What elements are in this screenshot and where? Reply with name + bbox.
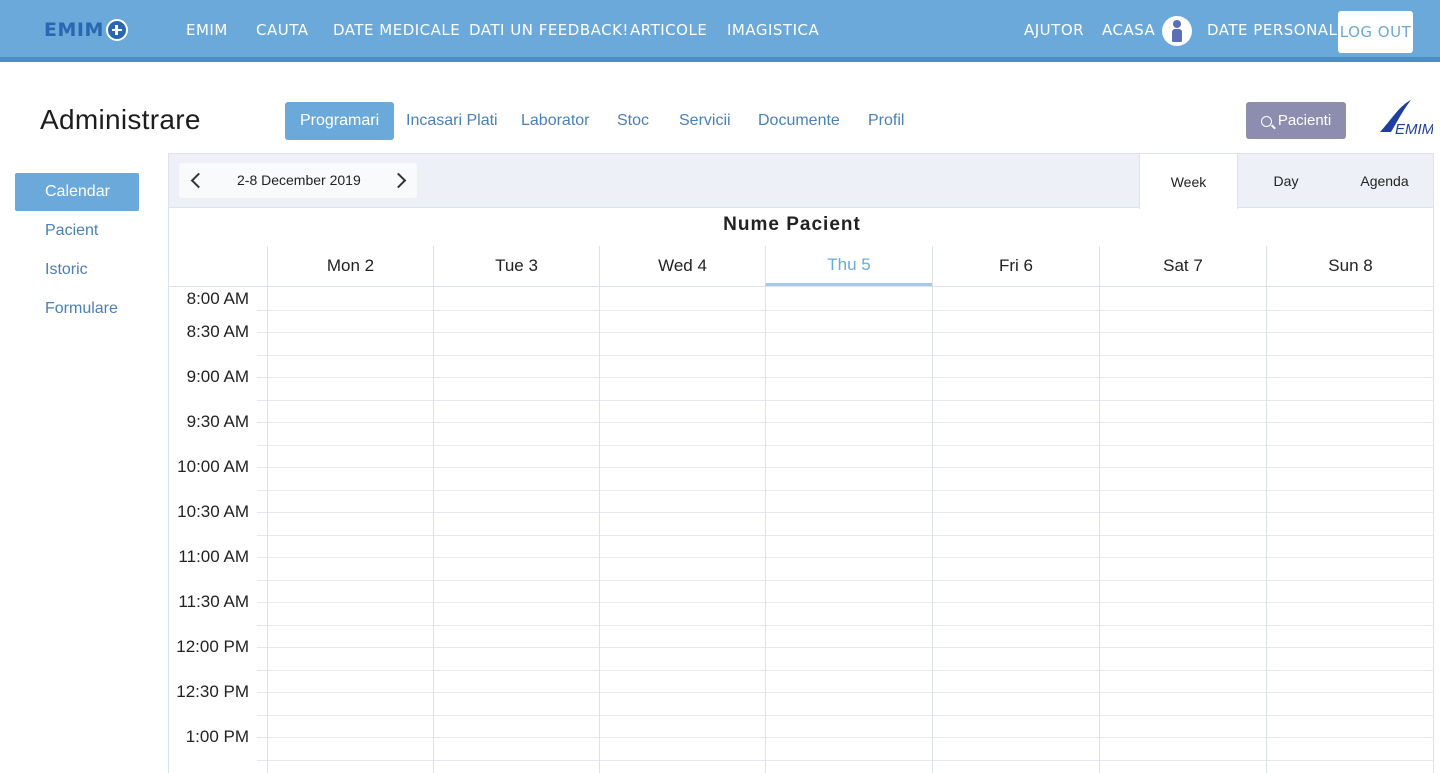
brand-text: EMIM <box>1395 121 1433 138</box>
day-header-sun[interactable]: Sun 8 <box>1266 246 1433 286</box>
logo-text: EMIM <box>44 19 104 41</box>
nav-articole[interactable]: Articole <box>630 21 707 39</box>
page-title: Administrare <box>40 104 201 135</box>
chevron-right-icon[interactable] <box>391 171 409 189</box>
date-range-label: 2-8 December 2019 <box>237 172 361 188</box>
nav-emim[interactable]: EMIM <box>186 21 228 39</box>
time-label: 8:30 AM <box>186 322 249 341</box>
time-label: 12:00 PM <box>176 637 249 656</box>
date-range-navigator: 2-8 December 2019 <box>179 163 417 198</box>
day-column-line <box>765 287 766 773</box>
day-column-line <box>433 287 434 773</box>
time-label: 12:30 PM <box>176 682 249 701</box>
sidebar-item-pacient[interactable]: Pacient <box>15 212 139 250</box>
search-icon <box>1260 115 1272 127</box>
nav-feedback[interactable]: Dati un feedback! <box>469 21 629 39</box>
day-header-wed[interactable]: Wed 4 <box>599 246 765 286</box>
chevron-left-icon[interactable] <box>187 171 205 189</box>
day-column-line <box>599 287 600 773</box>
time-label: 11:00 AM <box>178 547 249 566</box>
time-label: 8:00 AM <box>186 289 249 308</box>
logout-button[interactable]: Log out <box>1338 11 1413 53</box>
sidebar-item-calendar[interactable]: Calendar <box>15 173 139 211</box>
nav-imagistica[interactable]: Imagistica <box>727 21 819 39</box>
nav-date-personale[interactable]: Date personale <box>1207 21 1347 39</box>
time-label: 11:30 AM <box>178 592 249 611</box>
nav-date-medicale[interactable]: Date medicale <box>333 21 460 39</box>
day-column-line <box>267 287 268 773</box>
view-agenda-button[interactable]: Agenda <box>1334 154 1433 208</box>
week-calendar: 2-8 December 2019 Week Day Agenda Nume P… <box>168 153 1434 773</box>
time-label: 10:00 AM <box>177 457 249 476</box>
user-avatar-icon[interactable] <box>1162 16 1192 46</box>
top-navbar: EMIM EMIM Cauta Date medicale Dati un fe… <box>0 0 1440 62</box>
sidebar-item-istoric[interactable]: Istoric <box>15 251 139 289</box>
view-week-button[interactable]: Week <box>1139 154 1238 209</box>
tab-incasari-plati[interactable]: Incasari Plati <box>391 102 513 140</box>
calendar-toolbar: 2-8 December 2019 Week Day Agenda <box>169 154 1433 209</box>
tab-servicii[interactable]: Servicii <box>664 102 746 140</box>
time-label: 1:00 PM <box>185 727 249 746</box>
sidebar-item-formulare[interactable]: Formulare <box>15 290 139 328</box>
patients-button-label: Pacienti <box>1277 112 1332 129</box>
plus-icon <box>105 19 128 41</box>
nav-ajutor[interactable]: Ajutor <box>1024 21 1084 39</box>
emim-brand-logo: EMIM <box>1380 100 1433 138</box>
tab-documente[interactable]: Documente <box>743 102 855 140</box>
nav-acasa[interactable]: Acasa <box>1102 21 1155 39</box>
time-label: 9:30 AM <box>186 412 249 431</box>
day-column-line <box>1266 287 1267 773</box>
nav-cauta[interactable]: Cauta <box>256 21 308 39</box>
tab-laborator[interactable]: Laborator <box>506 102 605 140</box>
day-header-tue[interactable]: Tue 3 <box>433 246 599 286</box>
time-label: 10:30 AM <box>177 502 249 521</box>
day-column-line <box>1099 287 1100 773</box>
day-header-thu-today[interactable]: Thu 5 <box>765 246 932 286</box>
tab-programari[interactable]: Programari <box>285 102 395 140</box>
time-label: 9:00 AM <box>186 367 249 386</box>
tab-stoc[interactable]: Stoc <box>602 102 664 140</box>
tab-profil[interactable]: Profil <box>853 102 919 140</box>
header-divider <box>169 286 1433 287</box>
day-header-fri[interactable]: Fri 6 <box>932 246 1099 286</box>
day-header-mon[interactable]: Mon 2 <box>267 246 433 286</box>
emim-logo[interactable]: EMIM <box>44 19 128 41</box>
view-day-button[interactable]: Day <box>1238 154 1334 208</box>
day-header-sat[interactable]: Sat 7 <box>1099 246 1266 286</box>
day-column-line <box>932 287 933 773</box>
patients-search-button[interactable]: Pacienti <box>1246 102 1346 139</box>
calendar-title: Nume Pacient <box>723 214 861 235</box>
